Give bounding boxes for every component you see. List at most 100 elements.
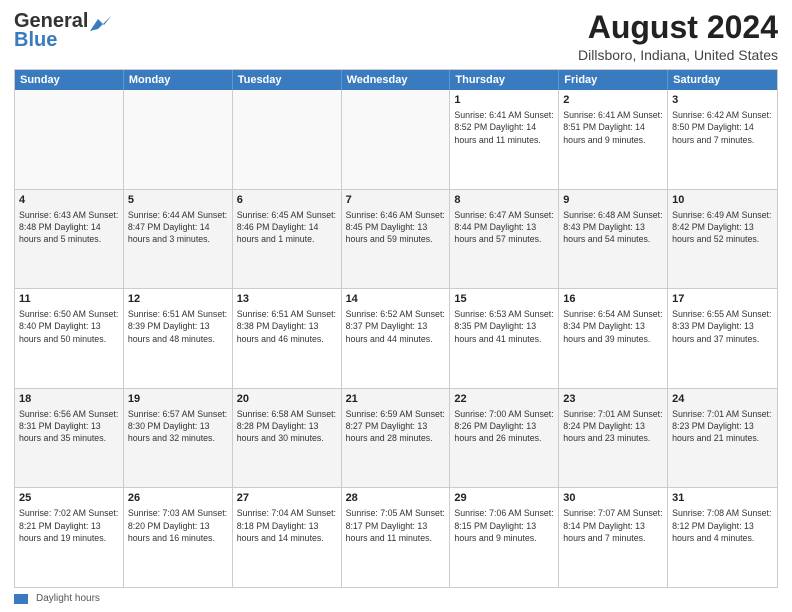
calendar-cell: 15Sunrise: 6:53 AM Sunset: 8:35 PM Dayli… <box>450 289 559 388</box>
calendar-header-cell: Tuesday <box>233 70 342 90</box>
day-info: Sunrise: 7:03 AM Sunset: 8:20 PM Dayligh… <box>128 507 228 544</box>
day-number: 11 <box>19 292 119 307</box>
calendar-cell: 23Sunrise: 7:01 AM Sunset: 8:24 PM Dayli… <box>559 389 668 488</box>
page: General Blue August 2024 Dillsboro, Indi… <box>0 0 792 612</box>
day-info: Sunrise: 6:41 AM Sunset: 8:51 PM Dayligh… <box>563 109 663 146</box>
day-info: Sunrise: 6:55 AM Sunset: 8:33 PM Dayligh… <box>672 308 773 345</box>
calendar-cell: 29Sunrise: 7:06 AM Sunset: 8:15 PM Dayli… <box>450 488 559 587</box>
calendar-cell: 10Sunrise: 6:49 AM Sunset: 8:42 PM Dayli… <box>668 190 777 289</box>
day-number: 30 <box>563 491 663 506</box>
calendar-cell: 16Sunrise: 6:54 AM Sunset: 8:34 PM Dayli… <box>559 289 668 388</box>
day-info: Sunrise: 7:04 AM Sunset: 8:18 PM Dayligh… <box>237 507 337 544</box>
day-info: Sunrise: 7:06 AM Sunset: 8:15 PM Dayligh… <box>454 507 554 544</box>
calendar-cell: 17Sunrise: 6:55 AM Sunset: 8:33 PM Dayli… <box>668 289 777 388</box>
calendar-cell: 20Sunrise: 6:58 AM Sunset: 8:28 PM Dayli… <box>233 389 342 488</box>
day-info: Sunrise: 7:01 AM Sunset: 8:23 PM Dayligh… <box>672 408 773 445</box>
day-number: 2 <box>563 93 663 108</box>
calendar-cell: 2Sunrise: 6:41 AM Sunset: 8:51 PM Daylig… <box>559 90 668 189</box>
day-number: 22 <box>454 392 554 407</box>
calendar-cell: 21Sunrise: 6:59 AM Sunset: 8:27 PM Dayli… <box>342 389 451 488</box>
logo-bird-icon <box>90 15 112 31</box>
calendar-cell: 25Sunrise: 7:02 AM Sunset: 8:21 PM Dayli… <box>15 488 124 587</box>
calendar-cell: 7Sunrise: 6:46 AM Sunset: 8:45 PM Daylig… <box>342 190 451 289</box>
calendar-cell: 9Sunrise: 6:48 AM Sunset: 8:43 PM Daylig… <box>559 190 668 289</box>
day-number: 10 <box>672 193 773 208</box>
day-number: 15 <box>454 292 554 307</box>
day-number: 27 <box>237 491 337 506</box>
day-number: 19 <box>128 392 228 407</box>
day-info: Sunrise: 6:53 AM Sunset: 8:35 PM Dayligh… <box>454 308 554 345</box>
day-info: Sunrise: 6:41 AM Sunset: 8:52 PM Dayligh… <box>454 109 554 146</box>
calendar-cell-empty <box>342 90 451 189</box>
title-block: August 2024 Dillsboro, Indiana, United S… <box>578 10 778 63</box>
calendar-cell: 31Sunrise: 7:08 AM Sunset: 8:12 PM Dayli… <box>668 488 777 587</box>
calendar-cell: 5Sunrise: 6:44 AM Sunset: 8:47 PM Daylig… <box>124 190 233 289</box>
day-number: 25 <box>19 491 119 506</box>
day-number: 9 <box>563 193 663 208</box>
day-info: Sunrise: 6:56 AM Sunset: 8:31 PM Dayligh… <box>19 408 119 445</box>
calendar-cell: 11Sunrise: 6:50 AM Sunset: 8:40 PM Dayli… <box>15 289 124 388</box>
legend-box <box>14 594 28 604</box>
day-info: Sunrise: 6:49 AM Sunset: 8:42 PM Dayligh… <box>672 209 773 246</box>
calendar: SundayMondayTuesdayWednesdayThursdayFrid… <box>14 69 778 588</box>
calendar-cell: 19Sunrise: 6:57 AM Sunset: 8:30 PM Dayli… <box>124 389 233 488</box>
day-info: Sunrise: 6:51 AM Sunset: 8:38 PM Dayligh… <box>237 308 337 345</box>
day-number: 18 <box>19 392 119 407</box>
day-info: Sunrise: 6:42 AM Sunset: 8:50 PM Dayligh… <box>672 109 773 146</box>
calendar-week-row: 4Sunrise: 6:43 AM Sunset: 8:48 PM Daylig… <box>15 189 777 289</box>
calendar-cell-empty <box>124 90 233 189</box>
day-info: Sunrise: 7:08 AM Sunset: 8:12 PM Dayligh… <box>672 507 773 544</box>
calendar-cell: 13Sunrise: 6:51 AM Sunset: 8:38 PM Dayli… <box>233 289 342 388</box>
day-number: 14 <box>346 292 446 307</box>
day-info: Sunrise: 7:05 AM Sunset: 8:17 PM Dayligh… <box>346 507 446 544</box>
day-number: 16 <box>563 292 663 307</box>
logo: General Blue <box>14 10 112 52</box>
calendar-header: SundayMondayTuesdayWednesdayThursdayFrid… <box>15 70 777 90</box>
calendar-cell: 27Sunrise: 7:04 AM Sunset: 8:18 PM Dayli… <box>233 488 342 587</box>
day-number: 31 <box>672 491 773 506</box>
calendar-cell: 14Sunrise: 6:52 AM Sunset: 8:37 PM Dayli… <box>342 289 451 388</box>
calendar-header-cell: Friday <box>559 70 668 90</box>
day-number: 13 <box>237 292 337 307</box>
calendar-week-row: 1Sunrise: 6:41 AM Sunset: 8:52 PM Daylig… <box>15 90 777 189</box>
day-number: 4 <box>19 193 119 208</box>
day-info: Sunrise: 7:00 AM Sunset: 8:26 PM Dayligh… <box>454 408 554 445</box>
day-number: 8 <box>454 193 554 208</box>
header: General Blue August 2024 Dillsboro, Indi… <box>14 10 778 63</box>
calendar-header-cell: Saturday <box>668 70 777 90</box>
day-number: 12 <box>128 292 228 307</box>
day-info: Sunrise: 6:50 AM Sunset: 8:40 PM Dayligh… <box>19 308 119 345</box>
day-number: 7 <box>346 193 446 208</box>
calendar-body: 1Sunrise: 6:41 AM Sunset: 8:52 PM Daylig… <box>15 90 777 587</box>
month-title: August 2024 <box>578 10 778 45</box>
legend-label: Daylight hours <box>36 593 100 604</box>
calendar-cell: 8Sunrise: 6:47 AM Sunset: 8:44 PM Daylig… <box>450 190 559 289</box>
day-number: 28 <box>346 491 446 506</box>
day-info: Sunrise: 6:44 AM Sunset: 8:47 PM Dayligh… <box>128 209 228 246</box>
day-number: 20 <box>237 392 337 407</box>
day-number: 3 <box>672 93 773 108</box>
day-number: 6 <box>237 193 337 208</box>
day-info: Sunrise: 6:46 AM Sunset: 8:45 PM Dayligh… <box>346 209 446 246</box>
day-info: Sunrise: 6:43 AM Sunset: 8:48 PM Dayligh… <box>19 209 119 246</box>
calendar-week-row: 18Sunrise: 6:56 AM Sunset: 8:31 PM Dayli… <box>15 388 777 488</box>
day-info: Sunrise: 7:02 AM Sunset: 8:21 PM Dayligh… <box>19 507 119 544</box>
day-info: Sunrise: 6:52 AM Sunset: 8:37 PM Dayligh… <box>346 308 446 345</box>
calendar-cell: 6Sunrise: 6:45 AM Sunset: 8:46 PM Daylig… <box>233 190 342 289</box>
day-number: 29 <box>454 491 554 506</box>
calendar-cell: 4Sunrise: 6:43 AM Sunset: 8:48 PM Daylig… <box>15 190 124 289</box>
calendar-cell-empty <box>233 90 342 189</box>
day-info: Sunrise: 7:07 AM Sunset: 8:14 PM Dayligh… <box>563 507 663 544</box>
day-info: Sunrise: 7:01 AM Sunset: 8:24 PM Dayligh… <box>563 408 663 445</box>
day-info: Sunrise: 6:54 AM Sunset: 8:34 PM Dayligh… <box>563 308 663 345</box>
day-info: Sunrise: 6:51 AM Sunset: 8:39 PM Dayligh… <box>128 308 228 345</box>
calendar-cell: 18Sunrise: 6:56 AM Sunset: 8:31 PM Dayli… <box>15 389 124 488</box>
calendar-cell: 30Sunrise: 7:07 AM Sunset: 8:14 PM Dayli… <box>559 488 668 587</box>
calendar-cell: 28Sunrise: 7:05 AM Sunset: 8:17 PM Dayli… <box>342 488 451 587</box>
calendar-cell: 1Sunrise: 6:41 AM Sunset: 8:52 PM Daylig… <box>450 90 559 189</box>
calendar-header-cell: Thursday <box>450 70 559 90</box>
calendar-cell: 3Sunrise: 6:42 AM Sunset: 8:50 PM Daylig… <box>668 90 777 189</box>
day-number: 21 <box>346 392 446 407</box>
logo-blue-text: Blue <box>14 29 57 52</box>
calendar-cell: 24Sunrise: 7:01 AM Sunset: 8:23 PM Dayli… <box>668 389 777 488</box>
